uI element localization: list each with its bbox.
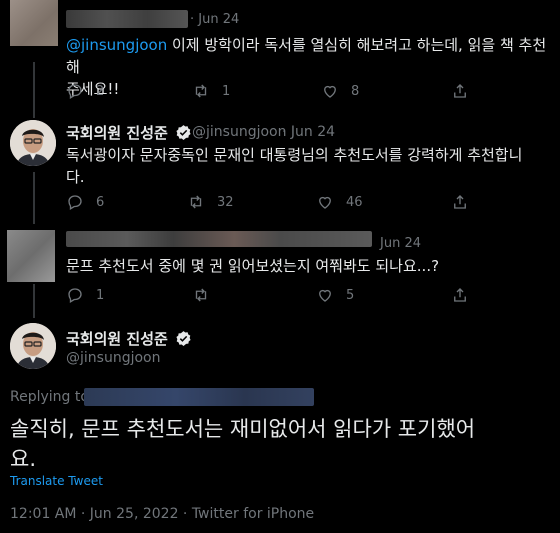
redacted-name	[66, 10, 188, 28]
tweet-text: 문프 추천도서 중에 몇 권 읽어보셨는지 여쭤봐도 되나요...?	[66, 257, 440, 275]
like-icon	[324, 85, 336, 98]
author-name[interactable]: 국회의원 진성준	[66, 122, 168, 143]
share-icon	[454, 288, 466, 302]
author-handle[interactable]: @jinsungjoon	[192, 124, 286, 140]
author-name[interactable]: 국회의원 진성준	[66, 328, 168, 349]
thread-connector	[33, 62, 35, 118]
like-button[interactable]: 46	[316, 193, 363, 211]
share-icon	[454, 84, 466, 98]
redacted-name	[66, 231, 372, 247]
mention-link[interactable]: @jinsungjoon	[66, 36, 167, 54]
share-icon	[454, 195, 466, 209]
verified-icon	[176, 125, 191, 140]
avatar[interactable]	[10, 323, 56, 369]
retweet-icon	[195, 84, 207, 98]
tweet-date[interactable]: Jun 24	[380, 236, 421, 251]
reply-button[interactable]: 1	[66, 286, 104, 304]
tweet-text: @jinsungjoon 이제 방학이라 독서를 열심히 해보려고 하는데, 읽…	[66, 36, 547, 98]
redacted-reply-target	[84, 388, 314, 406]
main-tweet-text: 솔직히, 문프 추천도서는 재미없어서 읽다가 포기했어 요.	[10, 417, 476, 471]
retweet-button[interactable]: 1	[192, 82, 230, 100]
retweet-icon	[190, 195, 202, 209]
like-button[interactable]: 8	[321, 82, 359, 100]
avatar[interactable]	[10, 120, 56, 166]
thread-connector	[33, 172, 35, 224]
share-button[interactable]	[451, 286, 481, 304]
like-icon	[319, 196, 331, 209]
reply-button[interactable]: 2	[66, 82, 104, 100]
retweet-icon	[195, 288, 207, 302]
avatar-blurred[interactable]	[7, 230, 55, 282]
share-button[interactable]	[451, 82, 481, 100]
translate-tweet-link[interactable]: Translate Tweet	[10, 474, 103, 488]
reply-icon	[68, 288, 82, 303]
retweet-button[interactable]	[192, 286, 222, 304]
verified-icon	[176, 331, 191, 346]
like-button[interactable]: 5	[316, 286, 354, 304]
avatar-photo	[10, 323, 56, 369]
share-button[interactable]	[451, 193, 481, 211]
avatar-photo	[10, 120, 56, 166]
reply-icon	[68, 84, 82, 99]
like-icon	[319, 289, 331, 302]
retweet-button[interactable]: 32	[187, 193, 234, 211]
thread-connector	[33, 284, 35, 318]
author-handle[interactable]: @jinsungjoon	[66, 350, 160, 366]
tweet-date[interactable]: · Jun 24	[282, 124, 335, 140]
avatar-blurred[interactable]	[10, 0, 58, 46]
tweet-timestamp[interactable]: 12:01 AM · Jun 25, 2022 · Twitter for iP…	[10, 506, 314, 522]
reply-icon	[68, 195, 82, 210]
reply-button[interactable]: 6	[66, 193, 104, 211]
tweet-text: 독서광이자 문자중독인 문재인 대통령님의 추천도서를 강력하게 추천합니 다.	[66, 146, 523, 186]
replying-to-label: Replying to	[10, 389, 89, 405]
tweet-date[interactable]: · Jun 24	[190, 12, 239, 27]
